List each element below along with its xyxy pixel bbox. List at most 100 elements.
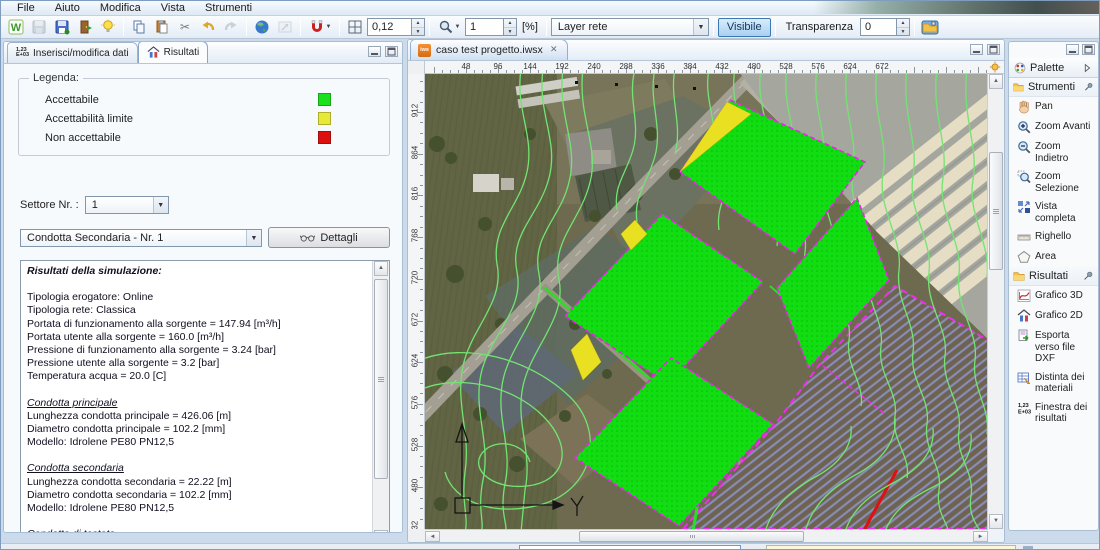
palette-item-zoom-indietro[interactable]: Zoom Indietro [1009, 137, 1098, 167]
menu-item-aiuto[interactable]: Aiuto [45, 1, 90, 16]
copy-icon[interactable] [128, 17, 150, 38]
layer-select[interactable]: Layer rete ▼ [550, 18, 709, 36]
menu-item-modifica[interactable]: Modifica [90, 1, 151, 16]
palette-item-pan[interactable]: Pan [1009, 97, 1098, 117]
magnet-dropdown-arrow[interactable]: ▼ [326, 24, 332, 30]
editor-minimize-icon[interactable] [970, 44, 983, 55]
undo-icon[interactable] [197, 17, 219, 38]
pin-icon[interactable] [1082, 270, 1094, 282]
chart-3d-icon [1017, 289, 1031, 303]
zoom-up[interactable]: ▲ [504, 19, 516, 28]
ruler-number: 672 [410, 312, 420, 326]
map-canvas[interactable] [425, 74, 988, 529]
ruler-tick [642, 70, 643, 73]
zoom-down[interactable]: ▼ [504, 28, 516, 36]
simulation-results-box[interactable]: Risultati della simulazione: Tipologia er… [20, 260, 390, 532]
ruler-tick [420, 80, 423, 82]
details-button[interactable]: Dettagli [268, 227, 390, 248]
ruler-tick [420, 257, 423, 259]
ruler-options-icon[interactable] [989, 61, 1002, 73]
tab-risultati[interactable]: Risultati [137, 42, 209, 63]
palette-flyout-arrow-icon[interactable] [1081, 62, 1093, 74]
paste-icon[interactable] [151, 17, 173, 38]
toolbar-separator [300, 18, 301, 36]
cut-scissors-icon[interactable]: ✂ [174, 17, 196, 38]
transparency-up[interactable]: ▲ [897, 19, 910, 28]
menu-item-strumenti[interactable]: Strumenti [195, 1, 262, 16]
ruler-tick [420, 372, 423, 374]
palette-item-grafico-2d[interactable]: Grafico 2D [1009, 306, 1098, 326]
palette-header[interactable]: Palette [1009, 58, 1098, 78]
ruler-number: 144 [523, 62, 537, 71]
tab-label: Risultati [163, 47, 200, 58]
iws-file-icon: iws [418, 43, 431, 57]
grid-size-up[interactable]: ▲ [412, 19, 424, 28]
map-horizontal-scrollbar[interactable]: ◄ ► [425, 529, 988, 542]
right-panel-minimize-icon[interactable] [1066, 44, 1079, 55]
editor-tabbar: iws caso test progetto.iwsx ✕ [408, 40, 1004, 61]
editor-tab-close-icon[interactable]: ✕ [548, 44, 560, 56]
save-as-icon[interactable] [51, 17, 73, 38]
palette-item-distinta-dei-materiali[interactable]: Distinta dei materiali [1009, 368, 1098, 398]
export-image-icon[interactable] [274, 17, 296, 38]
sector-select[interactable]: 1 ▼ [84, 196, 169, 214]
grid-size-value[interactable]: 0,12 [367, 18, 411, 36]
editor-maximize-icon[interactable] [987, 44, 1000, 55]
google-earth-icon[interactable] [251, 17, 273, 38]
palette-item-finestra-dei-risultati[interactable]: Finestra dei risultati [1009, 398, 1098, 428]
zoom-tool-icon[interactable]: ▼ [434, 17, 464, 38]
sector-select-arrow[interactable]: ▼ [152, 197, 168, 213]
visible-toggle-button[interactable]: Visibile [717, 17, 771, 37]
statusbar-partial-field-2 [766, 545, 1016, 549]
layer-select-arrow[interactable]: ▼ [692, 19, 708, 35]
legend-color-swatch [318, 112, 331, 125]
results-scroll-up[interactable]: ▲ [374, 261, 388, 276]
left-panel-maximize-icon[interactable] [385, 46, 398, 57]
palette-item-zoom-avanti[interactable]: Zoom Avanti [1009, 117, 1098, 137]
results-scroll-down[interactable]: ▼ [374, 530, 388, 532]
map-hscroll-thumb[interactable] [579, 531, 804, 542]
map-vscroll-thumb[interactable] [989, 152, 1003, 270]
results-scroll-thumb[interactable] [374, 279, 388, 479]
menu-item-file[interactable]: File [7, 1, 45, 16]
editor-tab-caso-test-progetto[interactable]: iws caso test progetto.iwsx ✕ [410, 40, 568, 60]
settings-folder-icon[interactable] [919, 17, 941, 38]
zoom-value[interactable]: 1 [465, 18, 503, 36]
palette-item-grafico-3d[interactable]: Grafico 3D [1009, 286, 1098, 306]
palette-item-zoom-selezione[interactable]: Zoom Selezione [1009, 167, 1098, 197]
palette-item-esporta-verso-file-dxf[interactable]: Esporta verso file DXF [1009, 326, 1098, 368]
pin-icon[interactable] [1083, 81, 1094, 93]
ruler-tick [866, 70, 867, 73]
zoom-dropdown-arrow[interactable]: ▼ [455, 24, 461, 30]
map-vertical-scrollbar[interactable]: ▲ ▼ [987, 74, 1004, 529]
map-scroll-down[interactable]: ▼ [989, 514, 1003, 529]
ruler-tick [420, 518, 423, 520]
app-logo-w-button[interactable]: W [5, 17, 27, 38]
map-scroll-up[interactable]: ▲ [989, 74, 1003, 89]
pipe-select[interactable]: Condotta Secondaria - Nr. 1 ▼ [20, 228, 262, 247]
left-panel-minimize-icon[interactable] [368, 46, 381, 57]
palette-section-risultati[interactable]: Risultati [1009, 267, 1098, 286]
palette-item-vista-completa[interactable]: Vista completa [1009, 197, 1098, 227]
magnet-snap-icon[interactable]: ▼ [305, 17, 335, 38]
right-panel-maximize-icon[interactable] [1082, 44, 1095, 55]
save-icon[interactable] [28, 17, 50, 38]
results-scrollbar[interactable]: ▲ ▼ [372, 261, 389, 532]
grid-icon[interactable] [344, 17, 366, 38]
redo-icon[interactable] [220, 17, 242, 38]
palette-section-strumenti[interactable]: Strumenti [1009, 78, 1098, 97]
palette-item-righello[interactable]: Righello [1009, 227, 1098, 247]
results-line: Temperatura acqua = 20.0 [C] [27, 370, 167, 383]
transparency-down[interactable]: ▼ [897, 28, 909, 36]
map-scroll-right[interactable]: ► [973, 531, 988, 542]
pipe-select-arrow[interactable]: ▼ [246, 229, 261, 246]
ruler-tick [420, 91, 423, 93]
menu-item-vista[interactable]: Vista [151, 1, 195, 16]
grid-size-down[interactable]: ▼ [412, 28, 424, 36]
map-scroll-left[interactable]: ◄ [425, 531, 440, 542]
close-project-door-icon[interactable] [74, 17, 96, 38]
tab-inserisci-modifica-dati[interactable]: 1,23 E+03 Inserisci/modifica dati [7, 42, 138, 63]
tips-lightbulb-icon[interactable] [97, 17, 119, 38]
palette-item-area[interactable]: Area [1009, 247, 1098, 267]
transparency-value[interactable]: 0 [860, 18, 897, 36]
